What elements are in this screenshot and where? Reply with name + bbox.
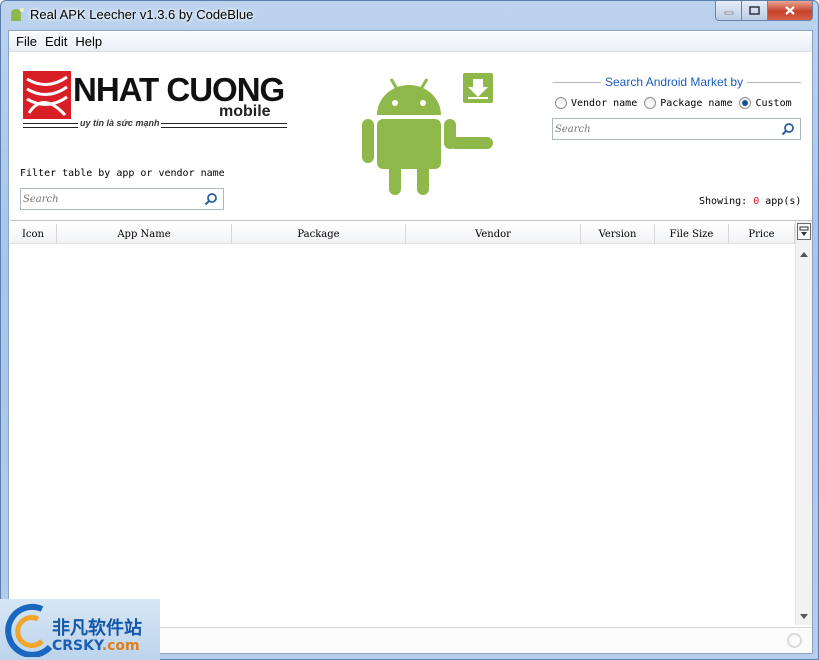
nhat-cuong-logo: NHAT CUONG mobile uy tín là sức mạnh — [23, 71, 293, 133]
showing-count: Showing: 0 app(s) — [699, 196, 802, 207]
radio-custom[interactable]: Custom — [739, 97, 792, 109]
market-search-input[interactable] — [555, 121, 775, 137]
logo-sub: mobile — [219, 103, 271, 120]
radio-button[interactable] — [555, 97, 567, 109]
market-search-options: Vendor name Package name Custom — [555, 97, 799, 109]
column-chooser-button[interactable] — [797, 223, 811, 240]
android-download-icon — [362, 73, 493, 195]
title-bar[interactable]: Real APK Leecher v1.3.6 by CodeBlue — [1, 1, 818, 30]
menu-file[interactable]: File — [12, 34, 41, 49]
loading-spinner-icon — [787, 633, 802, 648]
maximize-button[interactable] — [742, 1, 768, 21]
close-button[interactable] — [768, 1, 813, 21]
market-search-box[interactable] — [552, 118, 801, 140]
vertical-scrollbar[interactable] — [795, 221, 812, 625]
radio-vendor-name[interactable]: Vendor name — [555, 97, 637, 109]
app-count: 0 — [753, 196, 760, 207]
radio-button[interactable] — [644, 97, 657, 109]
column-header-icon[interactable]: Icon — [10, 224, 57, 244]
menu-edit[interactable]: Edit — [41, 34, 71, 49]
android-app-icon — [11, 8, 24, 21]
logo-mark-icon — [23, 71, 71, 119]
menu-help[interactable]: Help — [71, 34, 106, 49]
filter-search-input[interactable] — [23, 191, 199, 207]
column-header-price[interactable]: Price — [729, 224, 795, 244]
search-icon[interactable] — [204, 192, 218, 206]
app-window: Real APK Leecher v1.3.6 by CodeBlue File… — [0, 0, 819, 660]
column-header-package[interactable]: Package — [232, 224, 406, 244]
filter-search-box[interactable] — [20, 188, 224, 210]
minimize-icon — [724, 11, 733, 14]
crsky-watermark: 非凡软件站 CRSKY.com — [0, 599, 160, 660]
watermark-cn: 非凡软件站 — [52, 618, 142, 639]
filter-label: Filter table by app or vendor name — [20, 168, 225, 179]
crsky-logo-icon — [5, 603, 53, 657]
scroll-up-arrow-icon[interactable] — [800, 252, 808, 257]
apps-table[interactable]: Icon App Name Package Vendor Version Fil… — [10, 220, 812, 625]
menu-bar: File Edit Help — [9, 31, 812, 52]
market-search-title: Search Android Market by — [601, 75, 748, 89]
column-header-file-size[interactable]: File Size — [655, 224, 729, 244]
logo-tagline: uy tín là sức mạnh — [78, 118, 162, 128]
radio-package-name[interactable]: Package name — [644, 97, 732, 109]
minimize-button[interactable] — [715, 1, 742, 21]
column-header-app-name[interactable]: App Name — [57, 224, 232, 244]
close-icon — [785, 6, 795, 15]
window-title: Real APK Leecher v1.3.6 by CodeBlue — [30, 7, 254, 22]
maximize-icon — [749, 5, 760, 15]
radio-button-checked[interactable] — [739, 97, 752, 109]
watermark-en: CRSKY.com — [52, 638, 140, 654]
client-area: File Edit Help NHAT CUONG mobile uy tín … — [8, 30, 813, 654]
table-header: Icon App Name Package Vendor Version Fil… — [10, 224, 795, 244]
column-header-version[interactable]: Version — [581, 224, 655, 244]
search-icon[interactable] — [781, 122, 795, 136]
column-chooser-icon — [799, 226, 809, 236]
scroll-down-arrow-icon[interactable] — [800, 614, 808, 619]
column-header-vendor[interactable]: Vendor — [406, 224, 581, 244]
